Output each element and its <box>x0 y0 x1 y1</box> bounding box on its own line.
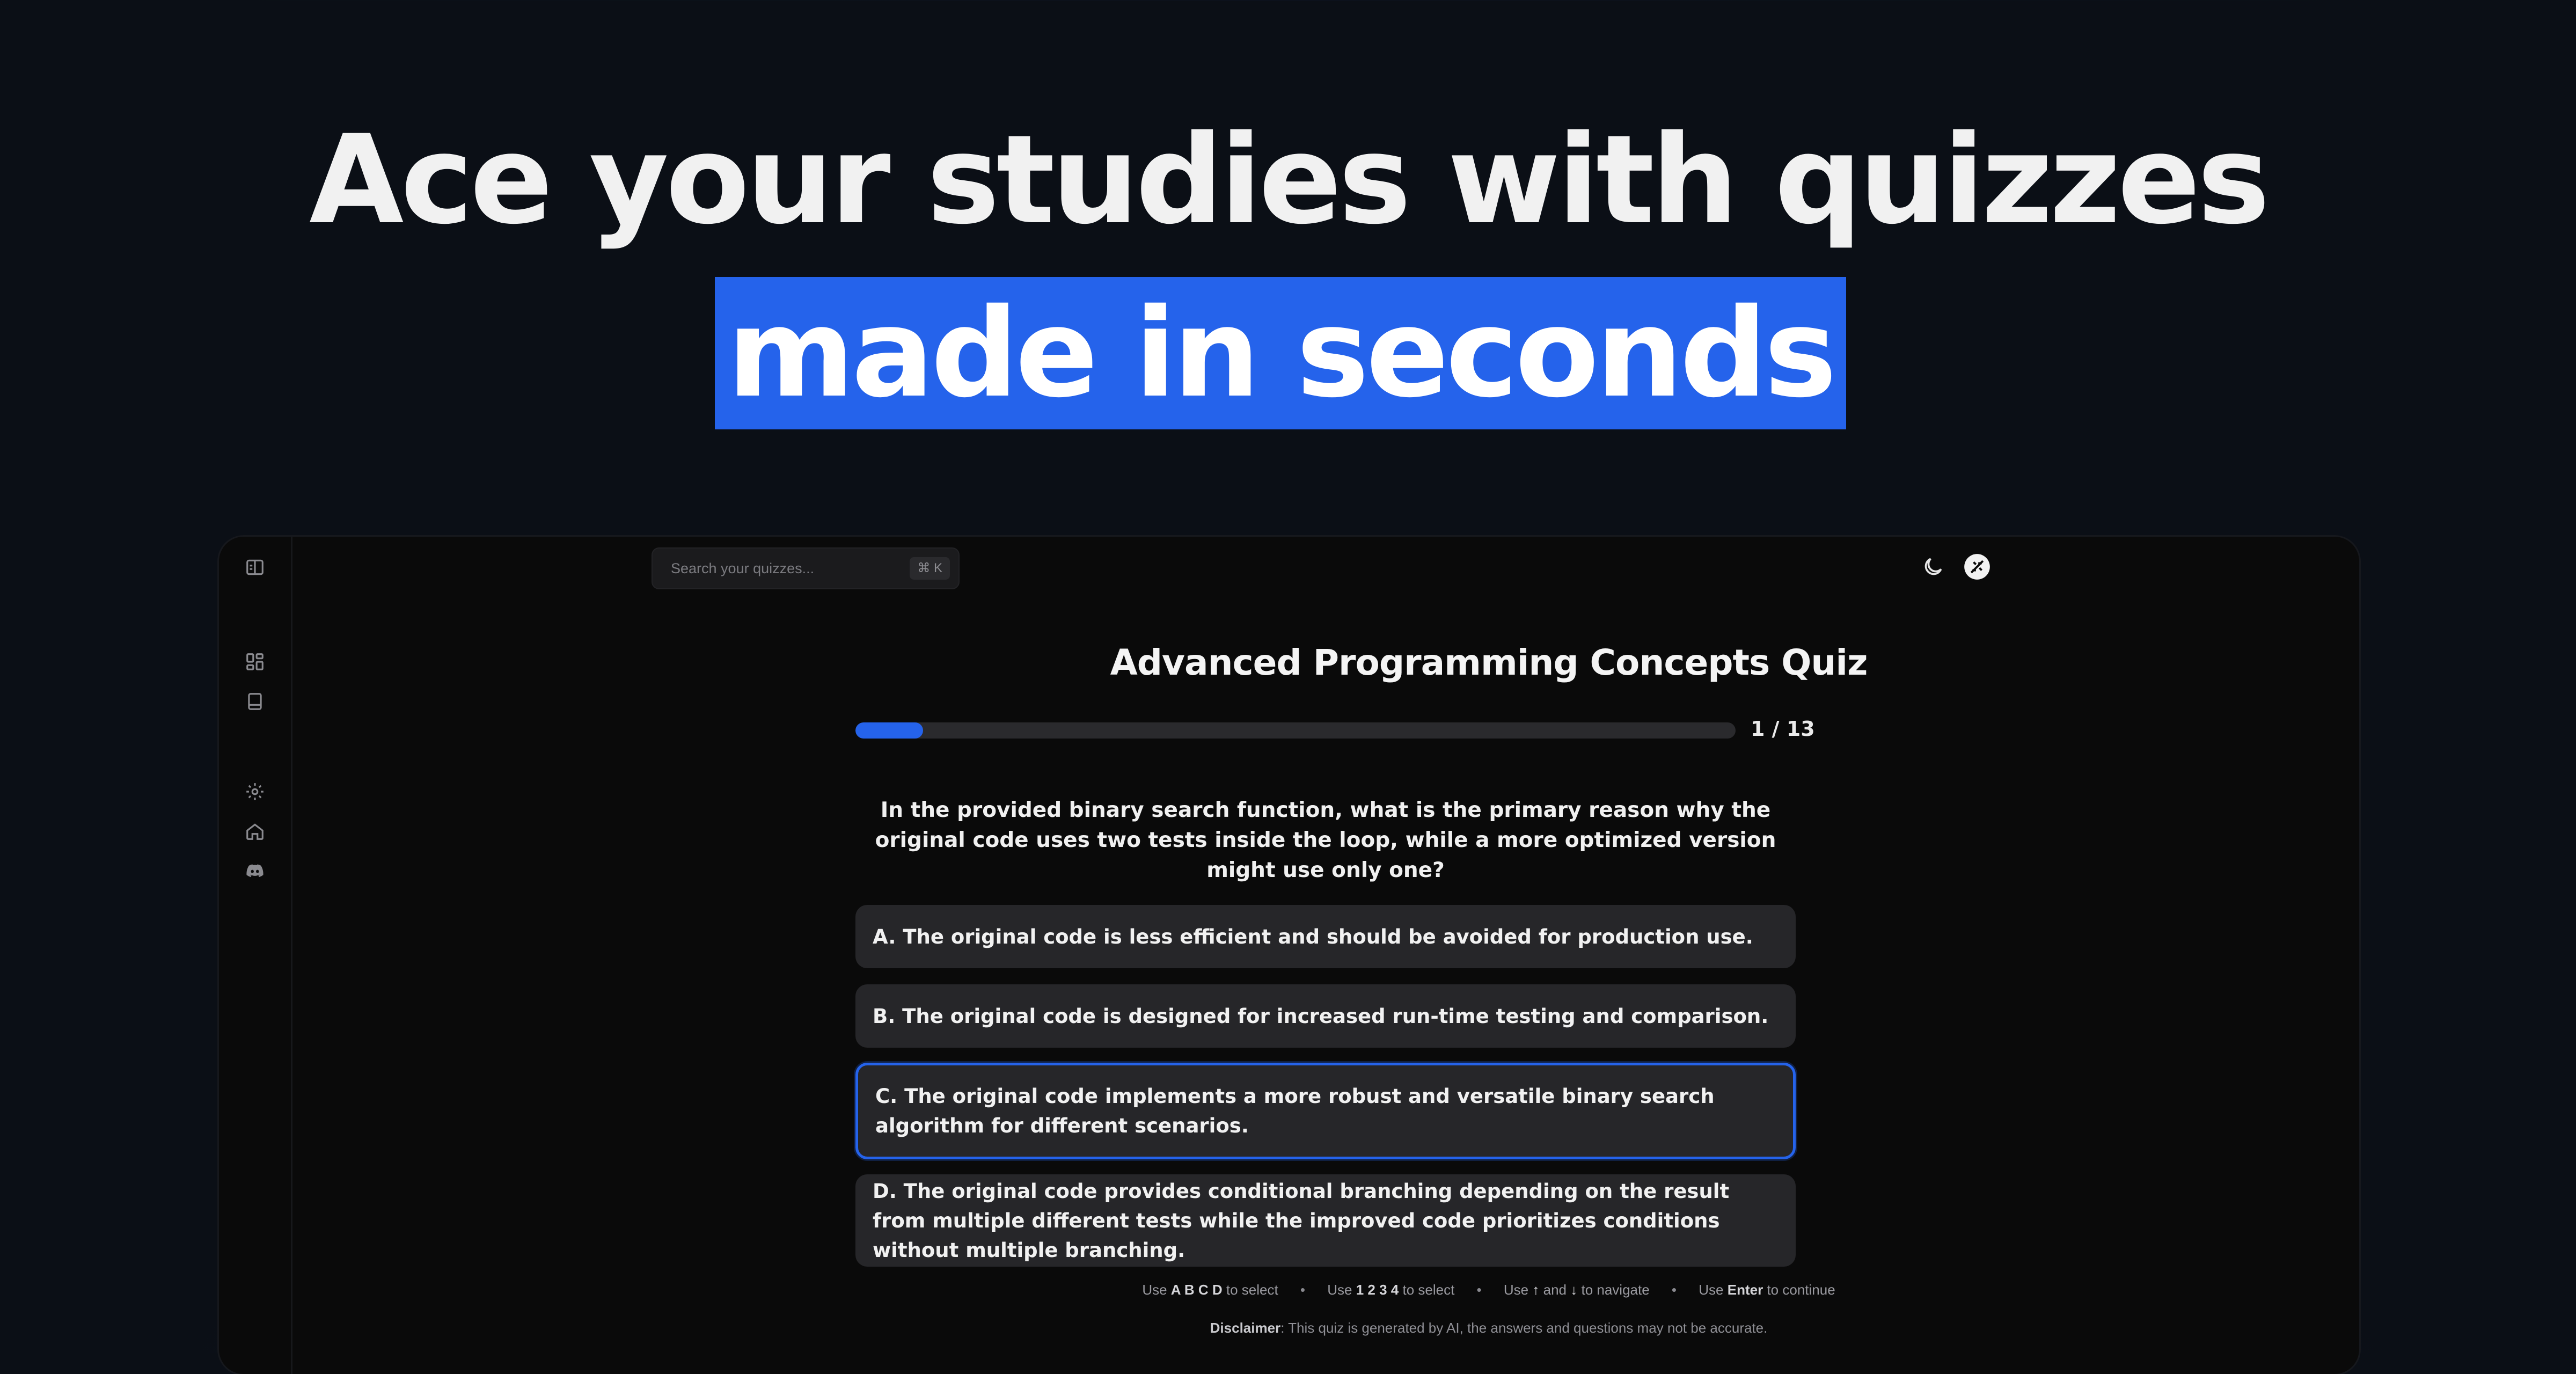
answer-option-label: A. The original code is less efficient a… <box>873 925 1753 948</box>
hint-key: ↑ <box>1532 1282 1540 1298</box>
profile-icon[interactable] <box>1962 552 1992 582</box>
keyboard-hints: Use A B C D to select • Use 1 2 3 4 to s… <box>1142 1282 1835 1298</box>
question-text: In the provided binary search function, … <box>875 798 1776 882</box>
answer-option-label: C. The original code implements a more r… <box>875 1085 1715 1137</box>
search-input[interactable]: Search your quizzes... ⌘ K <box>652 547 960 589</box>
quiz-progress-fill <box>855 722 924 739</box>
hero-highlight-text: made in seconds <box>727 282 1837 425</box>
answer-option-label: B. The original code is designed for inc… <box>873 1004 1769 1028</box>
hint-separator: • <box>1671 1282 1677 1298</box>
hint-key: 1 2 3 4 <box>1356 1282 1399 1298</box>
moon-icon[interactable] <box>1918 552 1948 582</box>
book-icon[interactable] <box>240 687 269 716</box>
gear-icon[interactable] <box>240 777 269 806</box>
hero-headline: Ace your studies with quizzes <box>309 108 2270 251</box>
home-icon[interactable] <box>240 817 269 846</box>
hint-separator: • <box>1476 1282 1482 1298</box>
sidebar-toggle-icon[interactable] <box>240 553 269 582</box>
ai-disclaimer: Disclaimer: This quiz is generated by AI… <box>756 1318 2222 1338</box>
dashboard-icon[interactable] <box>240 647 269 676</box>
hero-highlight-box: made in seconds <box>715 277 1846 429</box>
sidebar <box>219 537 292 1374</box>
hint-key: ↓ <box>1570 1282 1578 1298</box>
hint-key: Enter <box>1727 1282 1763 1298</box>
search-placeholder: Search your quizzes... <box>671 560 815 576</box>
answer-option-a[interactable]: A. The original code is less efficient a… <box>855 905 1796 968</box>
hint-separator: • <box>1300 1282 1306 1298</box>
answer-option-label: D. The original code provides conditiona… <box>873 1179 1730 1262</box>
quiz-progress-counter: 1 / 13 <box>1751 717 1815 741</box>
hint-key: A B C D <box>1170 1282 1223 1298</box>
answer-option-d[interactable]: D. The original code provides conditiona… <box>855 1174 1796 1267</box>
disclaimer-label: Disclaimer <box>1210 1320 1281 1336</box>
quiz-title: Advanced Programming Concepts Quiz <box>1110 642 1868 683</box>
app-window: Search your quizzes... ⌘ K Advanced Prog… <box>219 537 2359 1374</box>
answer-option-b[interactable]: B. The original code is designed for inc… <box>855 984 1796 1048</box>
search-shortcut-badge: ⌘ K <box>910 557 950 580</box>
disclaimer-text: : This quiz is generated by AI, the answ… <box>1280 1320 1768 1336</box>
answer-option-c[interactable]: C. The original code implements a more r… <box>855 1063 1796 1159</box>
quiz-progress-bar <box>855 722 1736 739</box>
discord-icon[interactable] <box>240 857 269 886</box>
